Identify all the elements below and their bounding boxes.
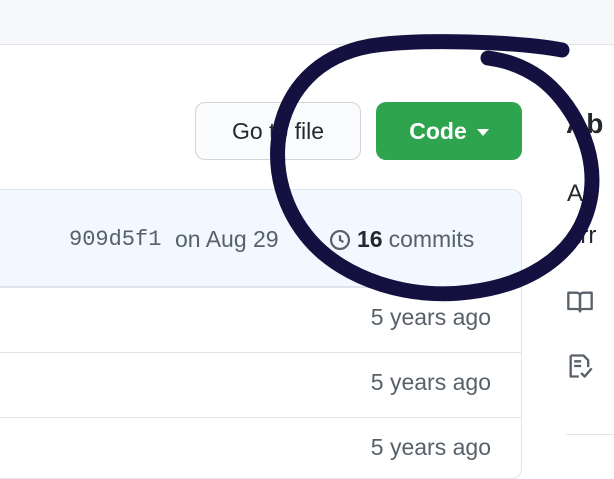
commit-label: commits [388,226,475,252]
commits-link[interactable]: 16 commits [329,226,474,253]
code-button[interactable]: Code [376,102,522,160]
commit-bar: 909d5f1 on Aug 29 16 commits [0,190,521,287]
file-age: 5 years ago [370,369,491,395]
book-icon[interactable] [566,288,594,316]
about-description-line2: arr [567,222,597,249]
top-bar [0,0,614,45]
file-age: 5 years ago [370,434,491,460]
caret-down-icon [476,128,489,136]
list-item[interactable]: 5 years ago [0,287,521,352]
about-description: A [567,180,584,207]
file-age: 5 years ago [370,304,491,330]
go-to-file-label: Go to file [231,117,325,144]
list-item[interactable]: 5 years ago [0,417,521,478]
about-heading: Ab [566,108,604,139]
commit-date: on Aug 29 [175,226,279,252]
history-icon [329,229,351,250]
go-to-file-button[interactable]: Go to file [195,102,361,160]
commit-count: 16 [357,226,383,252]
file-list: 909d5f1 on Aug 29 16 commits 5 years ago… [0,189,522,479]
list-item[interactable]: 5 years ago [0,352,521,417]
code-label: Code [409,117,467,144]
checklist-icon[interactable] [566,352,594,380]
commit-sha-link[interactable]: 909d5f1 [69,227,161,252]
sidebar-divider [566,434,614,435]
